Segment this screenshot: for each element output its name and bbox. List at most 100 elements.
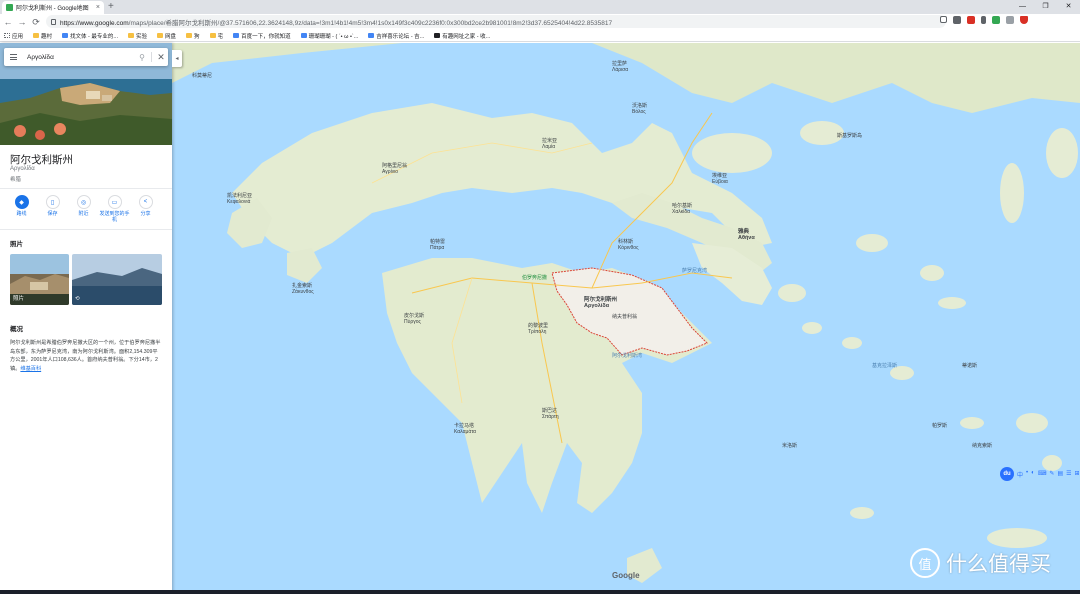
back-button[interactable]: ← [2,17,14,27]
close-icon[interactable]: ✕ [154,52,168,63]
place-category: 希腊 [10,177,22,183]
bookmark-icon[interactable] [981,16,986,24]
tab-close-icon[interactable]: × [96,4,100,11]
send-to-phone-button[interactable]: ▭ 发送到您的手机 [99,195,130,223]
bookmark-item[interactable]: 趣村 [33,32,52,40]
map-label-saronic-gulf[interactable]: 萨罗尼克湾 [682,268,707,274]
search-icon[interactable]: ⚲ [135,53,149,62]
map-label-kalamata[interactable]: 卡拉马塔 Καλαμάτα [454,423,476,435]
site-icon [300,33,307,38]
folder-icon [157,33,164,38]
map-label-lamia[interactable]: 拉米亚 Λαμία [542,138,557,150]
save-button[interactable]: ▯ 保存 [37,195,68,223]
baidu-tool-icon[interactable]: ✎ [1049,470,1054,479]
close-window-button[interactable]: ✕ [1057,0,1080,14]
map-label-paros[interactable]: 帕罗斯 [932,423,947,429]
site-icon [233,33,240,38]
map-label-peloponnese[interactable]: 伯罗奔尼撒 [522,275,547,281]
map-label-evia[interactable]: 埃维亚 Εύβοια [712,173,728,185]
star-icon[interactable] [940,16,947,23]
map-label-corinth[interactable]: 科林斯 Κόρινθος [618,239,638,251]
baidu-tool-icon[interactable]: ▤ [1057,470,1063,479]
map-label-patras[interactable]: 帕特雷 Πάτρα [430,239,445,251]
directions-icon: ◆ [14,195,29,209]
map-label-pyrgos[interactable]: 皮尔戈斯 Πύργος [404,313,424,325]
baidu-toolbar: du 中 • ◐ ⌨ ✎ ▤ ☰ ⊞ [1000,467,1080,481]
menu-icon[interactable] [4,54,20,60]
bookmark-icon: ▯ [45,195,60,209]
baidu-du-icon[interactable]: du [1000,467,1014,481]
apps-icon [4,33,10,38]
map-label-chalkida[interactable]: 哈尔基斯 Χαλκίδα [672,203,692,215]
map-label-tripoli[interactable]: 的黎波里 Τρίπολη [528,323,548,335]
place-panel: Αργολίδα ⚲ ✕ 阿尔戈利斯州 Αργολίδα 希腊 ◆ 路线 ▯ 保… [0,43,172,594]
extension-icon[interactable] [953,16,961,24]
map-label-komotini[interactable]: 科莫蒂尼 [192,73,212,79]
baidu-tool-icon[interactable]: ◐ [1031,470,1035,479]
browser-tab[interactable]: 阿尔戈利斯州 - Google地图 × [2,1,104,14]
map-label-naxos[interactable]: 纳克索斯 [972,443,992,449]
nearby-button[interactable]: ◎ 附近 [68,195,99,223]
panorama-icon: ⟲ [75,296,80,302]
bookmark-item[interactable]: 百度一下，你就知道 [233,32,291,40]
bookmark-item[interactable]: 狗 [186,32,200,40]
baidu-tool-icon[interactable]: ⊞ [1075,470,1080,479]
extension-icon[interactable] [967,16,975,24]
forward-button[interactable]: → [16,17,28,27]
map-label-volos[interactable]: 沃洛斯 Βόλος [632,103,647,115]
bookmark-item[interactable]: 吉祥喜乐论坛 - 吉... [368,32,424,40]
map-label-skyros[interactable]: 斯基罗斯岛 [837,133,862,139]
phone-icon: ▭ [107,195,122,209]
search-box[interactable]: Αργολίδα ⚲ ✕ [4,48,168,66]
bookmark-item[interactable]: 应用 [4,32,23,40]
collapse-panel-button[interactable]: ◂ [172,50,182,67]
map-label-zakynthos[interactable]: 扎金索斯 Ζάκυνθος [292,283,314,295]
baidu-tool-icon[interactable]: ⌨ [1038,470,1047,479]
photo-image [72,254,162,305]
map-label-larissa[interactable]: 拉里萨 Λάρισα [612,61,628,73]
map-label-nafplio[interactable]: 纳夫普利翁 [612,314,637,320]
new-tab-button[interactable]: + [108,1,114,13]
site-icon [62,33,69,38]
divider [0,229,172,230]
photo-thumbnail-360[interactable]: ⟲ [72,254,162,305]
extension-icon[interactable] [1006,16,1014,24]
baidu-tool-icon[interactable]: ☰ [1066,470,1071,479]
photo-thumbnail[interactable]: 照片 [10,254,69,305]
bookmark-item[interactable]: 实验 [128,32,147,40]
map-label-argolis[interactable]: 阿尔戈利斯州 Αργολίδα [584,297,617,309]
map-label-athens[interactable]: 雅典 Αθήνα [738,229,755,241]
map-label-cyclades[interactable]: 基克拉泽斯 [872,363,897,369]
map-label-tinos[interactable]: 蒂诺斯 [962,363,977,369]
baidu-tool-icon[interactable]: • [1026,470,1028,479]
bookmark-item[interactable]: 网盘 [157,32,176,40]
map-canvas[interactable]: 阿尔戈利斯州 Αργολίδα 纳夫普利翁 雅典 Αθήνα 帕特雷 Πάτρα 的黎… [172,43,1080,594]
map-label-sparta[interactable]: 斯巴达 Σπάρτη [542,408,559,420]
folder-icon [186,33,193,38]
action-label: 路线 [16,211,27,217]
maximize-button[interactable]: ❐ [1034,0,1057,14]
map-label-kefalonia[interactable]: 凯法利尼亚 Κεφαλονιά [227,193,252,205]
wikipedia-link[interactable]: 维基百科 [20,366,41,372]
minimize-button[interactable]: — [1011,0,1034,14]
address-bar[interactable]: https://www.google.com/maps/place/希腊阿尔戈利… [46,15,946,28]
reload-button[interactable]: ⟳ [30,17,42,28]
folder-icon [128,33,135,38]
search-input[interactable]: Αργολίδα [20,54,135,61]
share-icon: < [138,195,153,209]
photo-label: 照片 [13,296,25,302]
shield-icon[interactable] [1020,16,1028,24]
map-label-agrinio[interactable]: 阿格里尼翁 Αγρίνιο [382,163,407,175]
baidu-tool-icon[interactable]: 中 [1017,470,1023,479]
lock-icon [51,18,56,25]
extension-icon[interactable] [992,16,1000,24]
share-button[interactable]: < 分享 [130,195,161,223]
nearby-icon: ◎ [76,195,91,209]
map-label-argolic-gulf[interactable]: 阿尔戈利斯湾 [612,353,642,359]
directions-button[interactable]: ◆ 路线 [6,195,37,223]
bookmark-item[interactable]: 有趣网址之家 - 收... [434,32,490,40]
bookmark-item[interactable]: 找文体 - 最专业的... [62,32,118,40]
bookmark-item[interactable]: 宅 [209,32,223,40]
map-label-milos[interactable]: 米洛斯 [782,443,797,449]
bookmark-item[interactable]: 珊瑚珊瑚 - ( ´• ω •`... [300,32,358,40]
